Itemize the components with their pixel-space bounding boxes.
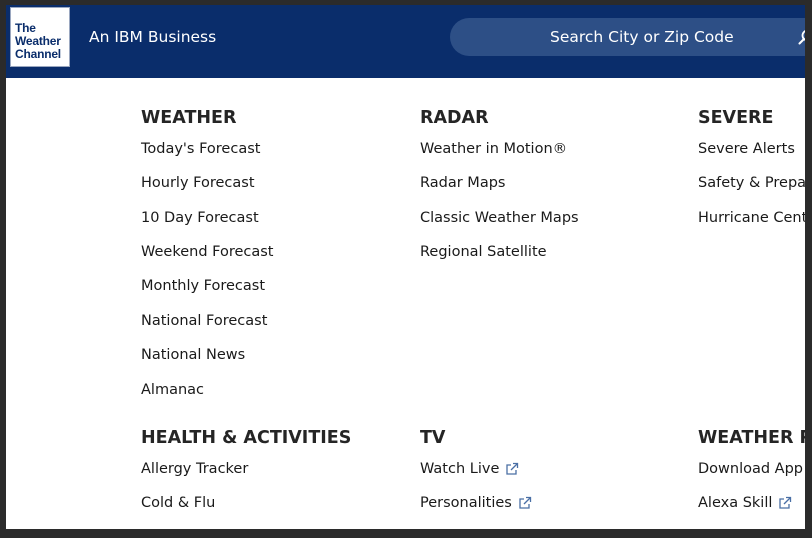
menu-item-download-app[interactable]: Download App [698,461,803,477]
menu-item-weekend-forecast[interactable]: Weekend Forecast [141,244,274,260]
menu-item-10-day-forecast[interactable]: 10 Day Forecast [141,210,259,226]
logo-text: The Weather Channel [15,22,61,61]
menu-item-almanac[interactable]: Almanac [141,382,204,398]
section-title-tv: TV [420,428,446,448]
menu-item-hourly-forecast[interactable]: Hourly Forecast [141,175,255,191]
alexa-skill-label: Alexa Skill [698,495,773,511]
section-title-radar: RADAR [420,108,489,128]
section-title-severe: SEVERE [698,108,774,128]
menu-item-severe-alerts[interactable]: Severe Alerts [698,141,795,157]
menu-item-hurricane-central[interactable]: Hurricane Cent [698,210,805,226]
menu-item-classic-weather-maps[interactable]: Classic Weather Maps [420,210,579,226]
menu-item-national-forecast[interactable]: National Forecast [141,313,267,329]
section-title-weather: WEATHER [141,108,237,128]
menu-item-national-news[interactable]: National News [141,347,245,363]
ibm-business-tagline: An IBM Business [89,28,217,46]
section-title-weather-products: WEATHER PR [698,428,805,448]
menu-item-safety-preparedness[interactable]: Safety & Prepa [698,175,805,191]
browser-viewport: The Weather Channel An IBM Business Sear… [6,5,805,529]
site-header: The Weather Channel An IBM Business Sear… [6,5,805,78]
menu-item-weather-in-motion[interactable]: Weather in Motion® [420,141,567,157]
menu-item-todays-forecast[interactable]: Today's Forecast [141,141,260,157]
logo-line-3: Channel [15,47,61,61]
external-link-icon [519,496,532,509]
search-icon[interactable] [798,29,805,45]
external-link-icon [779,496,792,509]
menu-item-radar-maps[interactable]: Radar Maps [420,175,505,191]
menu-item-monthly-forecast[interactable]: Monthly Forecast [141,278,265,294]
personalities-label: Personalities [420,495,512,511]
menu-item-regional-satellite[interactable]: Regional Satellite [420,244,547,260]
weather-channel-logo[interactable]: The Weather Channel [10,7,70,67]
external-link-icon [506,462,519,475]
menu-item-watch-live[interactable]: Watch Live [420,461,519,477]
search-input[interactable]: Search City or Zip Code [550,28,734,46]
search-bar[interactable]: Search City or Zip Code [450,18,805,56]
menu-item-cold-flu[interactable]: Cold & Flu [141,495,215,511]
watch-live-label: Watch Live [420,461,500,477]
menu-item-alexa-skill[interactable]: Alexa Skill [698,495,792,511]
menu-item-allergy-tracker[interactable]: Allergy Tracker [141,461,248,477]
menu-item-personalities[interactable]: Personalities [420,495,532,511]
section-title-health-activities: HEALTH & ACTIVITIES [141,428,352,448]
